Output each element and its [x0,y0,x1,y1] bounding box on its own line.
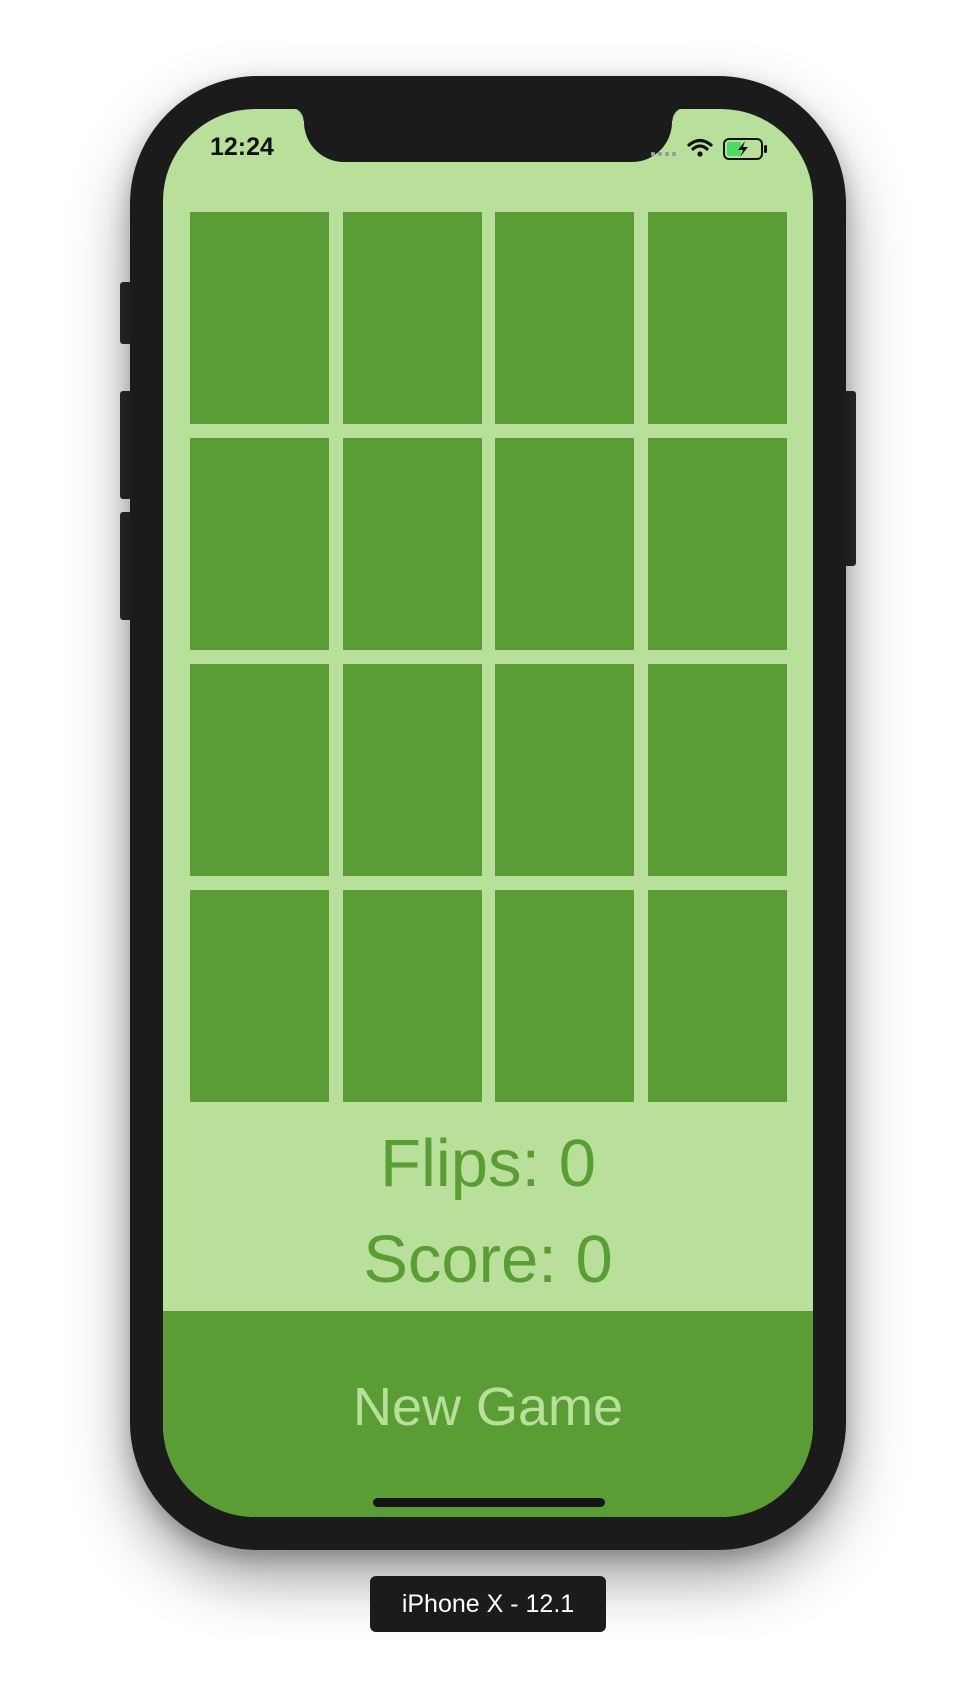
status-icons-svg [651,138,767,160]
card-button[interactable] [495,890,635,1102]
status-icons [649,137,789,161]
iphone-frame: 12:24 Flips: 0 Score: 0 New Game [130,76,846,1550]
card-button[interactable] [342,438,482,650]
card-button[interactable] [647,890,787,1102]
card-button[interactable] [190,664,329,876]
card-button[interactable] [495,664,635,876]
flips-label: Flips: 0 [380,1126,596,1201]
new-game-label: New Game [352,1377,624,1437]
wifi-icon [687,138,713,157]
card-button[interactable] [342,212,482,424]
cellular-signal-icon [651,152,676,156]
card-button[interactable] [495,438,635,650]
simulator-stage: 12:24 Flips: 0 Score: 0 New Game iPhone … [0,0,976,1700]
battery-charging-icon [723,138,767,160]
status-time: 12:24 [210,133,274,161]
card-button[interactable] [342,890,482,1102]
card-button[interactable] [190,438,329,650]
new-game-button[interactable]: New Game [163,1311,813,1517]
app-screen: 12:24 Flips: 0 Score: 0 New Game [163,109,813,1517]
card-button[interactable] [647,664,787,876]
card-button[interactable] [342,664,482,876]
card-button[interactable] [190,890,329,1102]
card-grid [190,212,787,1102]
card-button[interactable] [647,438,787,650]
device-label: iPhone X - 12.1 [370,1576,606,1632]
score-label: Score: 0 [363,1222,613,1297]
card-button[interactable] [495,212,635,424]
card-button[interactable] [647,212,787,424]
home-indicator[interactable] [373,1498,605,1507]
card-button[interactable] [190,212,329,424]
notch [290,109,686,162]
